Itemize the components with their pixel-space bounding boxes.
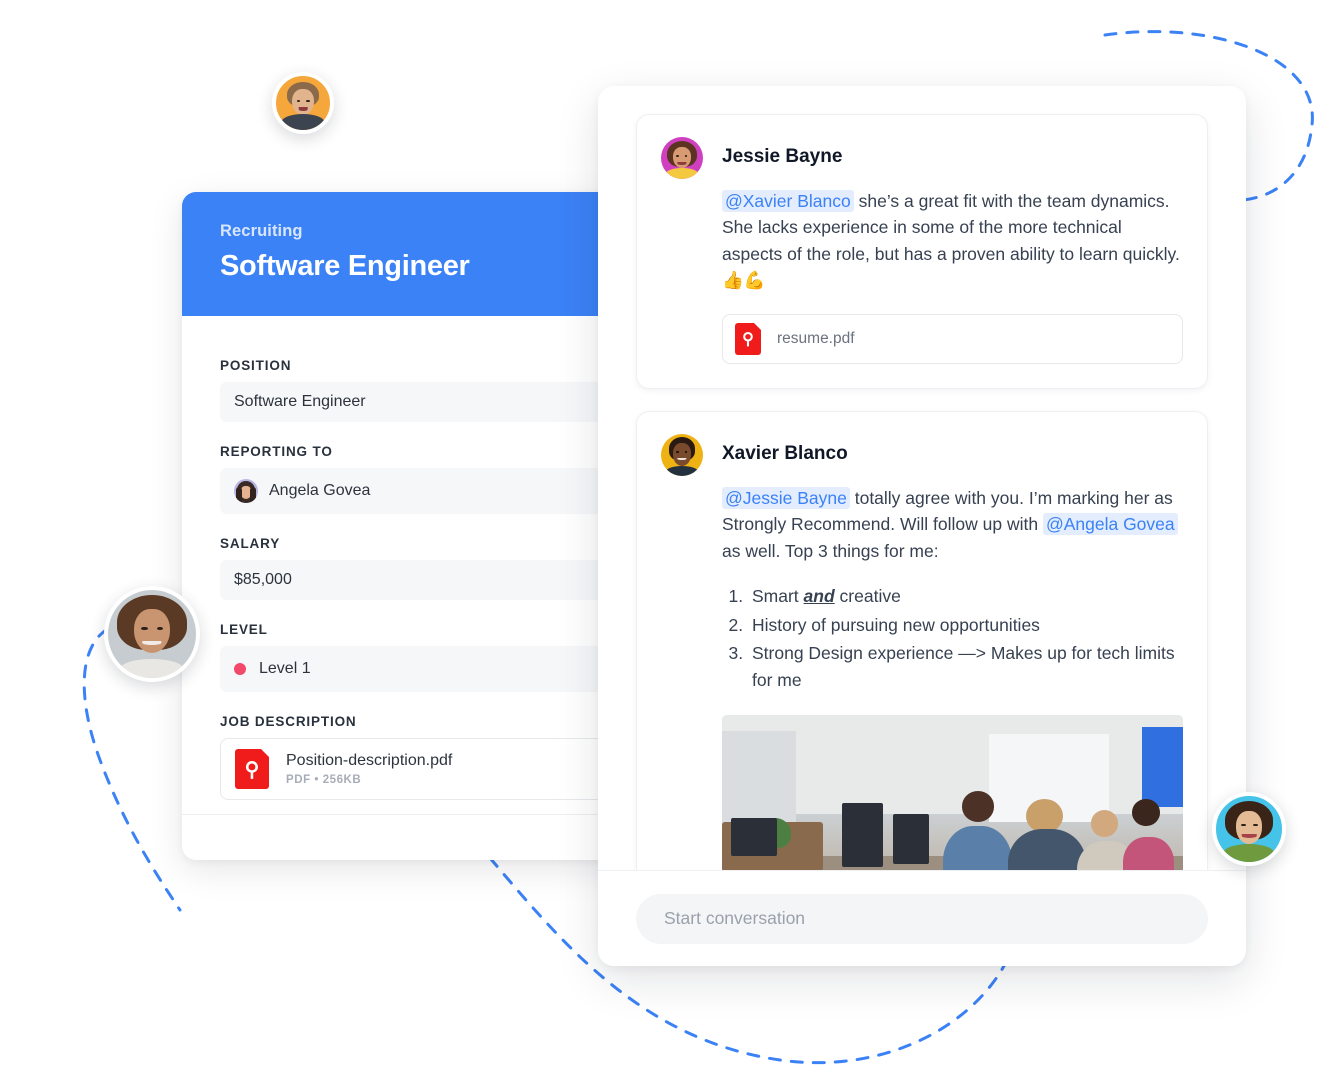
message-body: @Xavier Blanco she’s a great fit with th… <box>661 188 1183 364</box>
message-header: Jessie Bayne <box>661 137 1183 179</box>
field-reporting-to: REPORTING TO Angela Govea <box>220 444 604 514</box>
mention-jessie-bayne[interactable]: @Jessie Bayne <box>722 486 850 509</box>
conversation-panel: Jessie Bayne @Xavier Blanco she’s a grea… <box>598 86 1246 966</box>
start-conversation-input[interactable]: Start conversation <box>636 893 1208 944</box>
illustration-stage: Recruiting Software Engineer POSITION So… <box>0 0 1340 1090</box>
attachment-filename: resume.pdf <box>777 329 855 347</box>
mention-angela-govea[interactable]: @Angela Govea <box>1042 513 1178 536</box>
message-body: @Jessie Bayne totally agree with you. I’… <box>661 485 1183 870</box>
avatar-top-left[interactable] <box>272 72 334 134</box>
list-item: History of pursuing new opportunities <box>748 612 1183 639</box>
message-ordered-list: Smart and creative History of pursuing n… <box>722 583 1183 693</box>
field-label-salary: SALARY <box>220 536 281 551</box>
mention-xavier-blanco[interactable]: @Xavier Blanco <box>722 190 854 212</box>
field-label-level: LEVEL <box>220 622 268 637</box>
avatar-left-woman[interactable] <box>104 586 200 682</box>
list-item-emphasis: and <box>803 585 835 606</box>
list-item-pre: Strong Design experience —> Makes up for… <box>752 643 1175 690</box>
message-text-plain-2: as well. Top 3 things for me: <box>722 540 939 561</box>
field-value-salary[interactable]: $85,000 <box>220 560 604 600</box>
attachment-text: Position-description.pdf PDF • 256KB <box>286 752 452 786</box>
job-card-body: POSITION Software Engineer REPORTING TO … <box>182 316 642 800</box>
list-item-post: creative <box>834 585 901 606</box>
field-job-description: JOB DESCRIPTION ⚲ Position-description.p… <box>220 714 604 800</box>
status-badge[interactable]: Level 1 <box>220 646 604 692</box>
field-label-position: POSITION <box>220 358 292 373</box>
message-composer: Start conversation <box>598 870 1246 966</box>
level-label: Level 1 <box>259 660 311 677</box>
jessie-avatar <box>661 137 703 179</box>
field-position: POSITION Software Engineer <box>220 358 604 422</box>
field-label-reporting-to: REPORTING TO <box>220 444 333 459</box>
pdf-icon: ⚲ <box>235 749 269 789</box>
message-text: @Jessie Bayne totally agree with you. I’… <box>722 485 1183 564</box>
conversation-scroll-area[interactable]: Jessie Bayne @Xavier Blanco she’s a grea… <box>598 86 1246 870</box>
attachment-job-description[interactable]: ⚲ Position-description.pdf PDF • 256KB <box>220 738 604 800</box>
attachment-resume[interactable]: ⚲ resume.pdf <box>722 313 1183 364</box>
list-item: Strong Design experience —> Makes up for… <box>748 640 1183 693</box>
avatar-right-woman[interactable] <box>1212 792 1286 866</box>
field-level: LEVEL Level 1 <box>220 622 604 692</box>
job-card-header: Recruiting Software Engineer <box>182 192 642 316</box>
card-divider <box>182 814 642 815</box>
message-author: Jessie Bayne <box>722 146 843 167</box>
list-item-pre: History of pursuing new opportunities <box>752 614 1040 635</box>
attachment-meta: PDF • 256KB <box>286 774 362 786</box>
field-value-position[interactable]: Software Engineer <box>220 382 604 422</box>
level-dot-icon <box>234 663 246 675</box>
avatar <box>234 479 258 503</box>
message-author: Xavier Blanco <box>722 442 848 464</box>
office-team-photo <box>722 715 1183 870</box>
message-card: Jessie Bayne @Xavier Blanco she’s a grea… <box>636 114 1208 389</box>
field-label-job-description: JOB DESCRIPTION <box>220 714 357 729</box>
field-value-reporting-to[interactable]: Angela Govea <box>220 468 604 514</box>
page-title: Software Engineer <box>220 250 470 282</box>
message-header: Xavier Blanco <box>661 433 1183 476</box>
attachment-filename: Position-description.pdf <box>286 752 453 769</box>
job-detail-card: Recruiting Software Engineer POSITION So… <box>182 192 642 860</box>
message-text: @Xavier Blanco she’s a great fit with th… <box>722 188 1183 294</box>
pdf-icon: ⚲ <box>735 322 761 355</box>
list-item-pre: Smart <box>752 585 804 606</box>
reporting-to-name: Angela Govea <box>269 482 371 499</box>
job-eyebrow: Recruiting <box>220 222 303 240</box>
message-card: Xavier Blanco @Jessie Bayne totally agre… <box>636 410 1208 870</box>
list-item: Smart and creative <box>748 583 1183 610</box>
xavier-avatar <box>661 433 703 476</box>
field-salary: SALARY $85,000 <box>220 536 604 600</box>
